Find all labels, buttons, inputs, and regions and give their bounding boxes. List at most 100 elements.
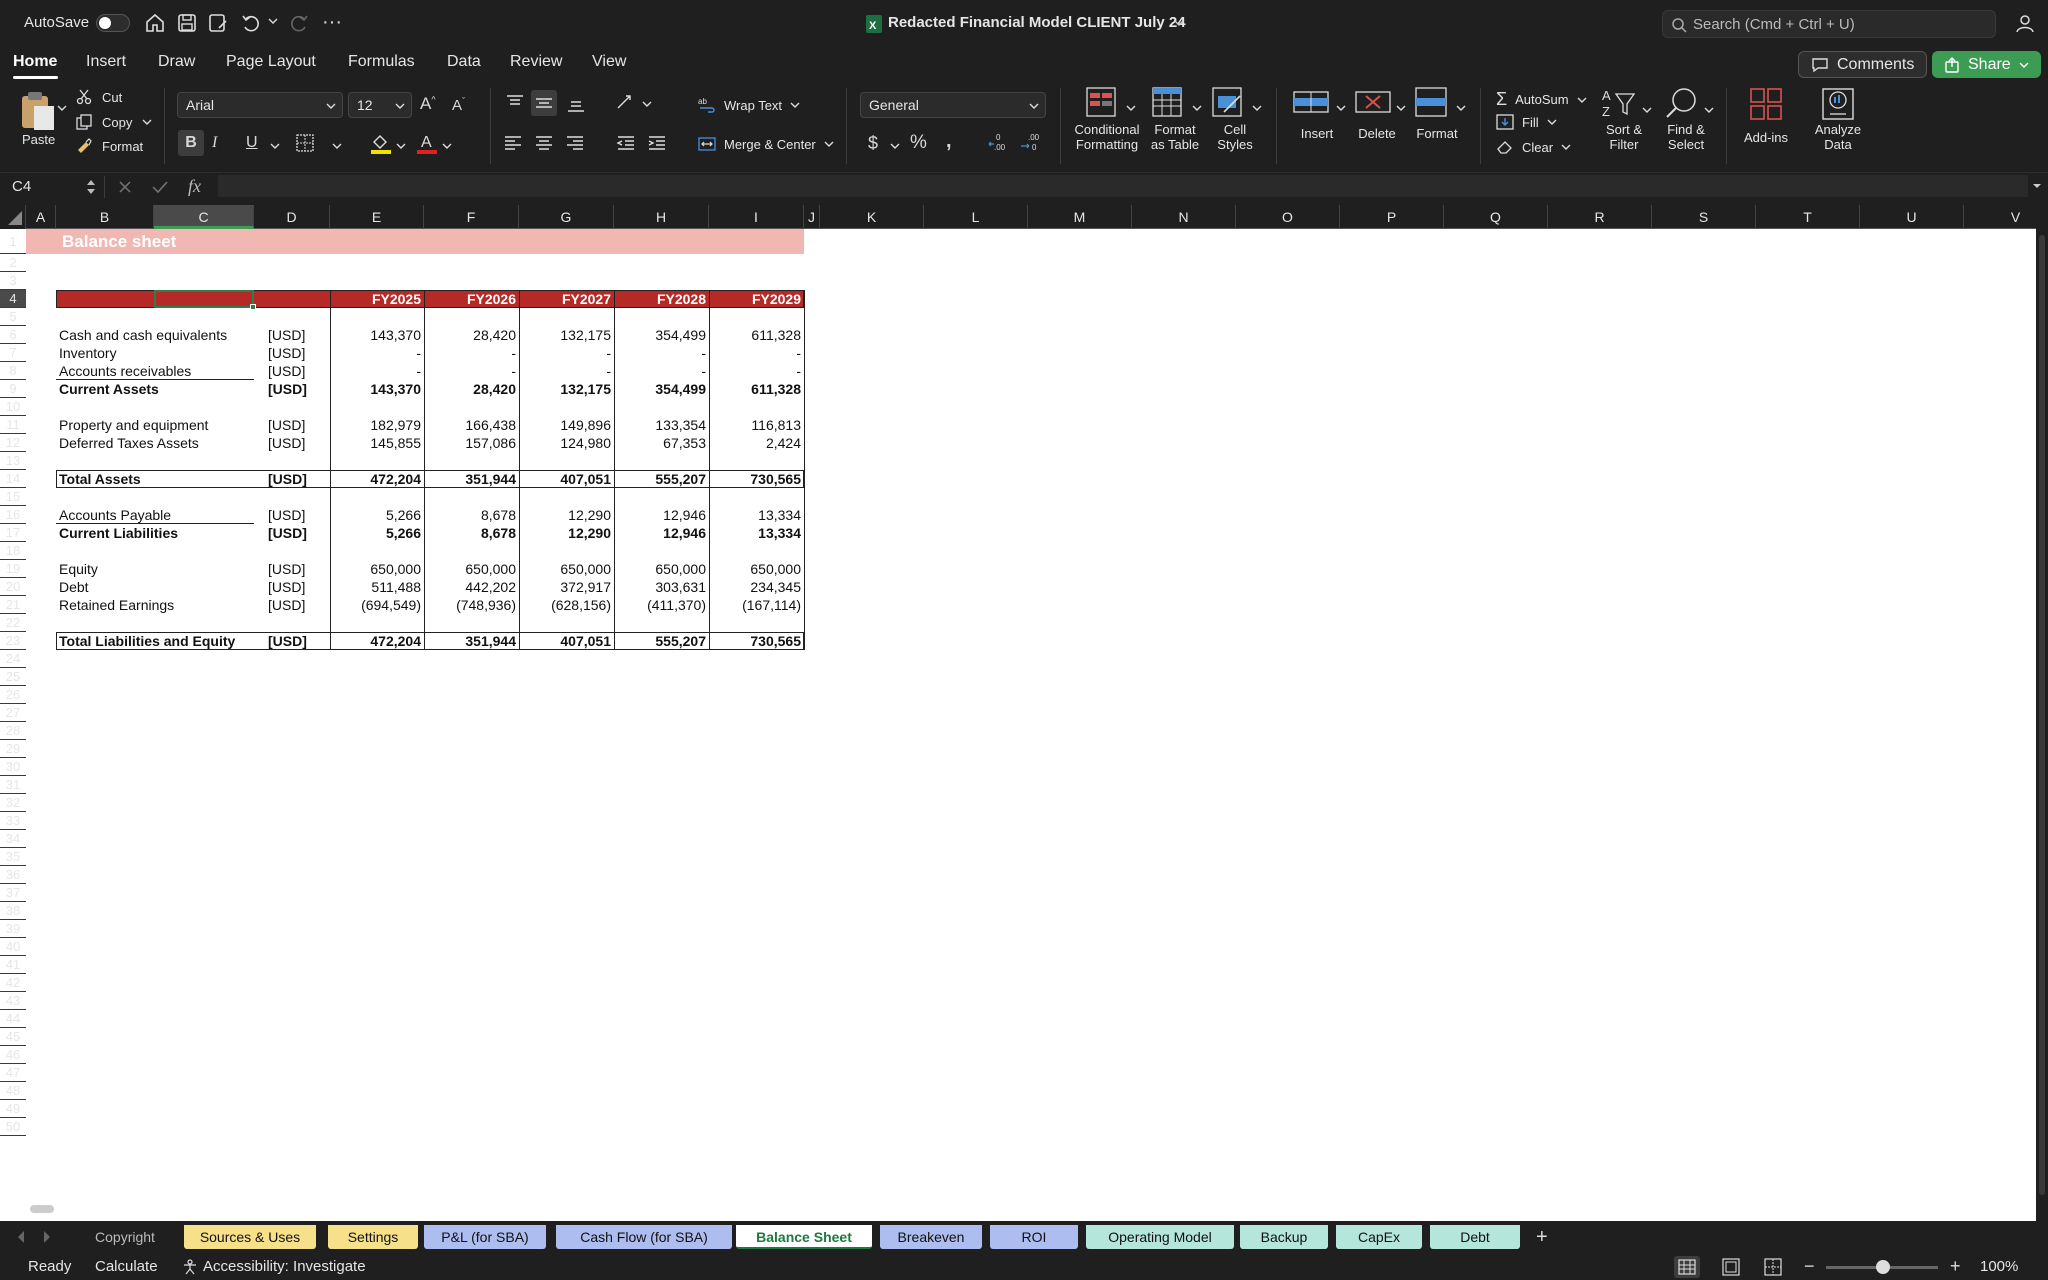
column-header-f[interactable]: F [424, 205, 519, 229]
row-header[interactable]: 31 [0, 776, 26, 794]
sheet-tab-roi[interactable]: ROI [990, 1225, 1078, 1249]
fill-color-icon[interactable] [370, 132, 392, 154]
row-header[interactable]: 32 [0, 794, 26, 812]
column-header-o[interactable]: O [1236, 205, 1340, 229]
sheet-tab-capex[interactable]: CapEx [1336, 1225, 1422, 1249]
table-cell[interactable]: 2,424 [709, 434, 804, 452]
row-header[interactable]: 24 [0, 650, 26, 668]
column-header-s[interactable]: S [1652, 205, 1756, 229]
document-title[interactable]: Redacted Financial Model CLIENT July 24 [888, 14, 1186, 31]
sheet-tab-operating-model[interactable]: Operating Model [1086, 1225, 1234, 1249]
zoom-slider[interactable] [1826, 1260, 1938, 1274]
add-sheet-icon[interactable]: + [1536, 1227, 1548, 1247]
cell-styles-button[interactable]: Cell Styles [1208, 84, 1262, 152]
align-center-icon[interactable] [534, 134, 554, 152]
row-header[interactable]: 1 [0, 229, 26, 254]
table-cell[interactable]: - [614, 344, 709, 362]
clear-button[interactable]: Clear [1496, 139, 1571, 155]
row-header[interactable]: 14 [0, 470, 26, 488]
table-cell[interactable]: 555,207 [614, 470, 709, 488]
table-cell[interactable]: 28,420 [424, 326, 519, 344]
table-cell[interactable]: 372,917 [519, 578, 614, 596]
table-cell[interactable]: 472,204 [330, 632, 424, 650]
table-cell[interactable]: 354,499 [614, 380, 709, 398]
row-header[interactable]: 29 [0, 740, 26, 758]
selected-cell[interactable] [154, 290, 254, 308]
table-cell[interactable]: 354,499 [614, 326, 709, 344]
autosave-toggle[interactable] [96, 14, 130, 32]
zoom-level[interactable]: 100% [1980, 1258, 2018, 1275]
row-header[interactable]: 28 [0, 722, 26, 740]
column-header-a[interactable]: A [26, 205, 56, 229]
save-icon[interactable] [176, 12, 198, 34]
undo-icon[interactable] [240, 12, 262, 34]
undo-dropdown-chevron-icon[interactable] [268, 16, 278, 26]
table-cell[interactable]: (167,114) [709, 596, 804, 614]
table-cell[interactable]: 555,207 [614, 632, 709, 650]
next-sheet-icon[interactable] [42, 1230, 52, 1244]
zoom-out-icon[interactable]: − [1804, 1257, 1815, 1275]
table-cell[interactable]: 650,000 [709, 560, 804, 578]
row-header[interactable]: 23 [0, 632, 26, 650]
table-cell[interactable]: 650,000 [614, 560, 709, 578]
table-cell[interactable]: - [330, 344, 424, 362]
wrap-text-button[interactable]: ab Wrap Text [698, 96, 800, 114]
row-header[interactable]: 4 [0, 290, 26, 308]
table-cell[interactable]: 133,354 [614, 416, 709, 434]
table-cell[interactable]: 351,944 [424, 632, 519, 650]
row-header[interactable]: 16 [0, 506, 26, 524]
borders-icon[interactable] [296, 134, 314, 152]
column-header-b[interactable]: B [56, 205, 154, 229]
table-cell[interactable]: (628,156) [519, 596, 614, 614]
table-cell[interactable]: 730,565 [709, 470, 804, 488]
table-cell[interactable]: 145,855 [330, 434, 424, 452]
table-cell[interactable]: 351,944 [424, 470, 519, 488]
table-cell[interactable]: 511,488 [330, 578, 424, 596]
horizontal-scrollbar[interactable] [30, 1205, 54, 1213]
table-cell[interactable]: - [709, 344, 804, 362]
column-header-i[interactable]: I [709, 205, 804, 229]
table-cell[interactable]: 132,175 [519, 326, 614, 344]
title-chevron-down-icon[interactable] [1174, 19, 1184, 27]
row-header[interactable]: 8 [0, 362, 26, 380]
sheet-tab-cash-flow-for-sba[interactable]: Cash Flow (for SBA) [556, 1225, 732, 1249]
accessibility-status[interactable]: Accessibility: Investigate [203, 1258, 366, 1275]
format-painter-button[interactable]: Format [76, 138, 143, 154]
table-cell[interactable]: 28,420 [424, 380, 519, 398]
table-cell[interactable]: - [424, 344, 519, 362]
accessibility-icon[interactable] [182, 1259, 198, 1275]
tab-data[interactable]: Data [447, 53, 481, 71]
merge-center-button[interactable]: Merge & Center [698, 135, 834, 153]
row-header[interactable]: 39 [0, 920, 26, 938]
delete-cells-button[interactable]: Delete [1350, 84, 1406, 141]
more-options-icon[interactable]: ··· [322, 12, 342, 32]
currency-icon[interactable]: $ [868, 133, 878, 154]
align-right-icon[interactable] [565, 134, 585, 152]
table-cell[interactable]: 132,175 [519, 380, 614, 398]
comments-button[interactable]: Comments [1798, 51, 1928, 78]
row-header[interactable]: 42 [0, 974, 26, 992]
row-header[interactable]: 40 [0, 938, 26, 956]
row-header[interactable]: 48 [0, 1082, 26, 1100]
row-header[interactable]: 50 [0, 1118, 26, 1136]
sheet-tab-settings[interactable]: Settings [328, 1225, 418, 1249]
decrease-indent-icon[interactable] [616, 134, 636, 152]
autosum-button[interactable]: Σ AutoSum [1496, 89, 1587, 110]
table-cell[interactable]: 12,946 [614, 506, 709, 524]
table-cell[interactable]: (411,370) [614, 596, 709, 614]
format-cells-button[interactable]: Format [1410, 84, 1466, 141]
column-header-g[interactable]: G [519, 205, 614, 229]
page-break-view-icon[interactable] [1760, 1256, 1786, 1278]
row-header[interactable]: 26 [0, 686, 26, 704]
zoom-in-icon[interactable]: + [1950, 1257, 1961, 1275]
tab-draw[interactable]: Draw [158, 53, 195, 71]
column-header-n[interactable]: N [1132, 205, 1236, 229]
row-header[interactable]: 21 [0, 596, 26, 614]
column-header-r[interactable]: R [1548, 205, 1652, 229]
italic-button[interactable]: I [212, 134, 217, 152]
sort-filter-button[interactable]: AZ Sort & Filter [1596, 86, 1652, 152]
table-cell[interactable]: 8,678 [424, 506, 519, 524]
table-cell[interactable]: - [519, 344, 614, 362]
tab-review[interactable]: Review [510, 53, 562, 71]
table-cell[interactable]: 13,334 [709, 524, 804, 542]
